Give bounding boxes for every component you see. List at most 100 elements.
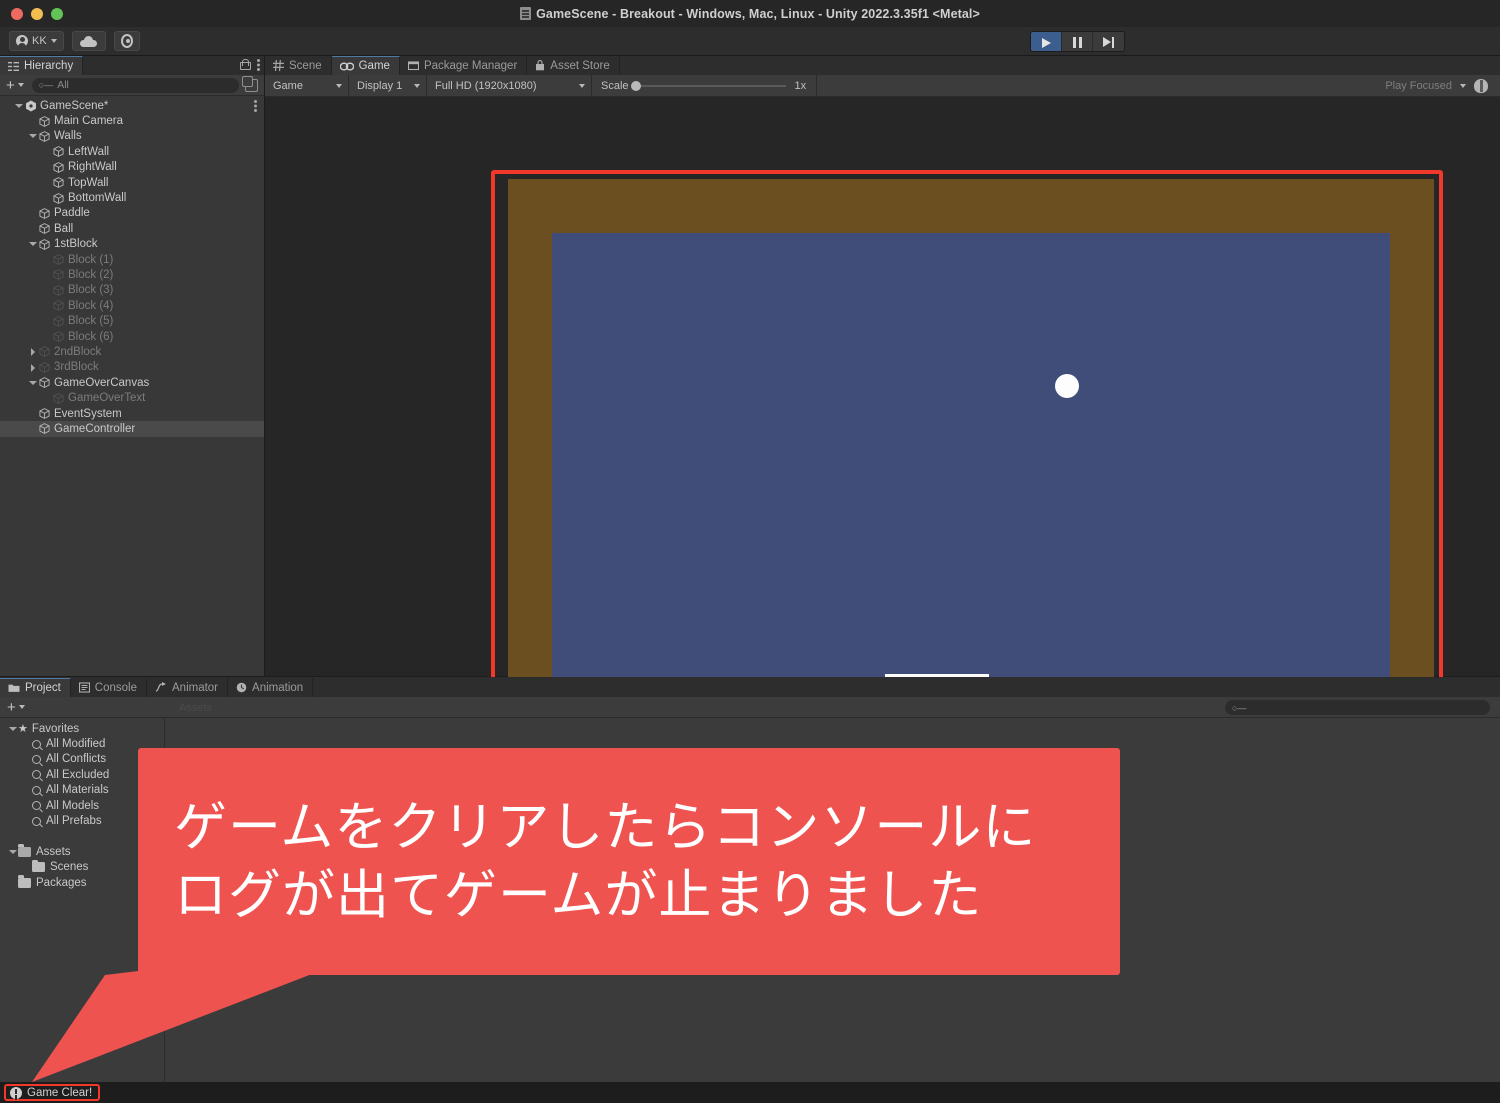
disclosure-triangle-icon[interactable] — [28, 363, 37, 372]
hierarchy-item-block-1[interactable]: Block (1) — [0, 252, 264, 267]
cloud-services-button[interactable] — [71, 31, 106, 51]
scene-grid-icon — [273, 60, 284, 71]
chevron-down-icon[interactable] — [1460, 83, 1466, 88]
project-tree-item-label: Assets — [36, 845, 71, 858]
play-mode-label[interactable]: Play Focused — [1385, 80, 1452, 92]
tab-scene[interactable]: Scene — [265, 56, 332, 75]
hierarchy-item-block-6[interactable]: Block (6) — [0, 329, 264, 344]
scale-slider[interactable]: Scale 1x — [592, 74, 818, 97]
bug-icon[interactable] — [1474, 78, 1488, 93]
tab-hierarchy[interactable]: Hierarchy — [0, 56, 84, 75]
step-button[interactable] — [1093, 32, 1124, 51]
scale-label: Scale — [601, 79, 629, 92]
disclosure-triangle-icon[interactable] — [28, 132, 37, 141]
breadcrumb: Assets — [179, 702, 213, 714]
disclosure-triangle-icon[interactable] — [8, 724, 17, 733]
resolution-dropdown[interactable]: Full HD (1920x1080) — [427, 74, 592, 97]
project-search-input[interactable]: ○— — [1225, 700, 1490, 715]
gameview-toolbar-right: Play Focused — [1385, 78, 1500, 93]
disclosure-triangle-icon[interactable] — [28, 347, 37, 357]
add-gameobject-label: + — [6, 76, 15, 94]
hierarchy-item-block-4[interactable]: Block (4) — [0, 298, 264, 313]
project-tabbar[interactable]: Project Console Animator Animation — [0, 677, 1500, 697]
display-target-dropdown[interactable]: Display 1 — [349, 74, 427, 97]
hierarchy-item-block-2[interactable]: Block (2) — [0, 267, 264, 282]
search-filter-icon[interactable] — [242, 75, 258, 92]
project-tree-item-label: All Models — [46, 799, 100, 812]
gameobject-cube-icon — [39, 361, 50, 373]
hierarchy-item-walls[interactable]: Walls — [0, 129, 264, 144]
hierarchy-item-block-5[interactable]: Block (5) — [0, 313, 264, 328]
hierarchy-panel: Hierarchy + ○— All GameScene* Main Camera… — [0, 56, 265, 676]
hierarchy-item-label: Ball — [54, 222, 74, 235]
hierarchy-item-1stblock[interactable]: 1stBlock — [0, 237, 264, 252]
tab-game[interactable]: Game — [331, 56, 400, 75]
hierarchy-item-main-camera[interactable]: Main Camera — [0, 113, 264, 128]
hierarchy-tree[interactable]: GameScene* Main Camera Walls LeftWall RightW… — [0, 96, 264, 437]
settings-button[interactable] — [113, 31, 140, 51]
kebab-menu-icon[interactable] — [257, 58, 260, 71]
tab-label: Animation — [252, 681, 304, 694]
hierarchy-item-block-3[interactable]: Block (3) — [0, 283, 264, 298]
hierarchy-item-gameovertext[interactable]: GameOverText — [0, 390, 264, 405]
disclosure-triangle-icon[interactable] — [28, 240, 37, 249]
scene-file-icon — [520, 6, 532, 20]
gameobject-cube-icon — [39, 423, 50, 435]
scale-slider-track[interactable] — [630, 80, 786, 91]
disclosure-triangle-icon[interactable] — [8, 847, 17, 856]
account-button[interactable]: KK — [9, 31, 64, 51]
gameobject-cube-icon — [39, 408, 50, 419]
gameview-mode-label: Game — [273, 79, 303, 92]
pause-button[interactable] — [1062, 32, 1093, 51]
gameobject-cube-icon — [53, 285, 64, 296]
tab-project[interactable]: Project — [0, 678, 71, 697]
gameview-canvas[interactable] — [265, 97, 1500, 716]
hierarchy-item-ball[interactable]: Ball — [0, 221, 264, 236]
tab-animation[interactable]: Animation — [228, 678, 314, 697]
lock-icon[interactable] — [240, 59, 251, 70]
hierarchy-item-bottomwall[interactable]: BottomWall — [0, 190, 264, 205]
hierarchy-item-topwall[interactable]: TopWall — [0, 175, 264, 190]
gameobject-cube-icon — [39, 346, 50, 358]
hierarchy-item-paddle[interactable]: Paddle — [0, 206, 264, 221]
tab-label: Package Manager — [423, 59, 518, 72]
search-icon: ○— — [38, 80, 54, 90]
project-tree-item-favorites[interactable]: ★ Favorites — [0, 721, 164, 736]
scale-slider-knob[interactable] — [630, 80, 641, 91]
disclosure-triangle-icon[interactable] — [28, 378, 37, 387]
hierarchy-item-gamescene[interactable]: GameScene* — [0, 98, 264, 113]
search-icon — [32, 801, 41, 811]
gameview-mode-dropdown[interactable]: Game — [265, 74, 349, 97]
hierarchy-item-label: Block (1) — [68, 253, 114, 266]
kebab-menu-icon[interactable] — [254, 99, 257, 112]
tab-animator[interactable]: Animator — [147, 678, 229, 697]
hierarchy-item-2ndblock[interactable]: 2ndBlock — [0, 344, 264, 359]
tab-package-manager[interactable]: Package Manager — [399, 56, 528, 75]
disclosure-triangle-icon[interactable] — [14, 101, 23, 110]
create-asset-button[interactable]: + — [7, 700, 25, 715]
tab-console[interactable]: Console — [70, 678, 147, 697]
hierarchy-item-3rdblock[interactable]: 3rdBlock — [0, 360, 264, 375]
gameview-tabbar[interactable]: Scene Game Package Manager Asset Store — [265, 56, 1500, 75]
status-badge[interactable]: Game Clear! — [4, 1084, 101, 1101]
display-target-label: Display 1 — [357, 79, 403, 92]
hierarchy-item-gamecontroller[interactable]: GameController — [0, 421, 264, 437]
hierarchy-item-rightwall[interactable]: RightWall — [0, 160, 264, 175]
animator-icon — [155, 682, 166, 692]
hierarchy-item-label: Block (5) — [68, 315, 114, 328]
hierarchy-item-gameovercanvas[interactable]: GameOverCanvas — [0, 375, 264, 390]
play-button[interactable] — [1031, 32, 1062, 51]
hierarchy-item-label: RightWall — [68, 161, 117, 174]
search-input[interactable]: ○— All — [31, 77, 239, 93]
add-gameobject-button[interactable]: + — [6, 78, 24, 93]
tab-asset-store[interactable]: Asset Store — [527, 56, 620, 75]
hierarchy-tabbar: Hierarchy — [0, 56, 264, 75]
store-bag-icon — [536, 60, 545, 71]
hierarchy-item-eventsystem[interactable]: EventSystem — [0, 406, 264, 421]
hierarchy-item-leftwall[interactable]: LeftWall — [0, 144, 264, 159]
folder-icon — [18, 875, 31, 888]
